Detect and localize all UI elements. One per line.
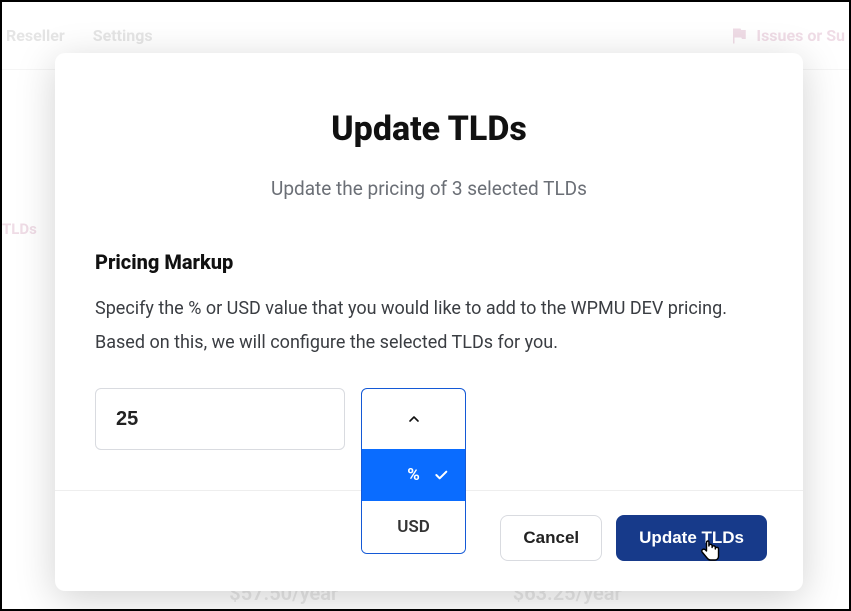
modal-title: Update TLDs [95,109,763,149]
unit-usd-label: USD [397,517,430,537]
cancel-button[interactable]: Cancel [500,515,602,561]
markup-unit-dropdown: % USD [361,388,466,450]
chevron-up-icon [406,411,422,427]
pricing-markup-description: Specify the % or USD value that you woul… [95,292,763,360]
unit-option-usd[interactable]: USD [362,501,465,553]
pricing-markup-label: Pricing Markup [95,250,763,274]
update-tlds-modal: Update TLDs Update the pricing of 3 sele… [55,53,803,591]
markup-value-input[interactable] [95,388,345,450]
modal-body: Update TLDs Update the pricing of 3 sele… [55,53,803,491]
update-tlds-button[interactable]: Update TLDs [616,515,767,561]
check-icon [433,467,449,483]
markup-unit-menu: % USD [361,449,466,554]
unit-option-percent[interactable]: % [362,449,465,501]
modal-subtitle: Update the pricing of 3 selected TLDs [95,177,763,200]
markup-input-row: % USD [95,388,763,450]
markup-unit-toggle[interactable] [361,388,466,450]
unit-percent-label: % [407,465,420,485]
